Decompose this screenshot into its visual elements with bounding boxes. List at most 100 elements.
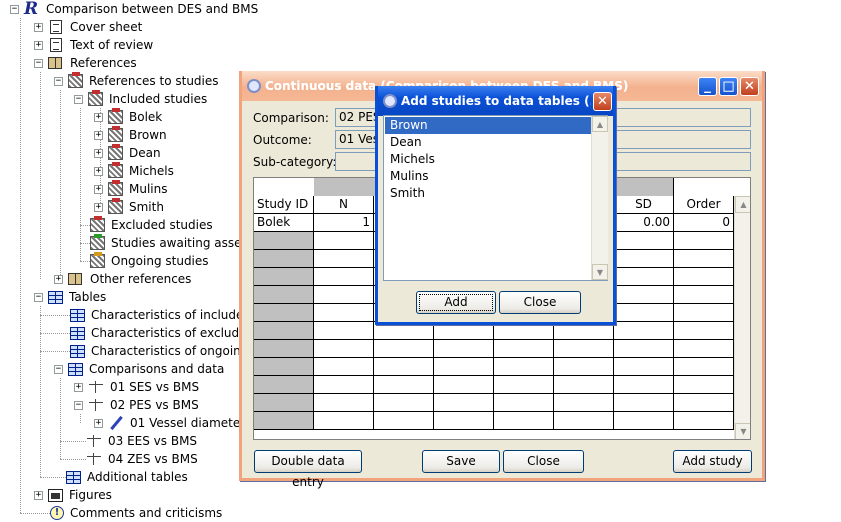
expand-icon[interactable]: + bbox=[34, 22, 43, 32]
tree-item-study[interactable]: + Dean bbox=[94, 144, 163, 162]
row-header-cell[interactable] bbox=[254, 286, 314, 304]
grid-cell[interactable] bbox=[674, 286, 734, 304]
grid-cell[interactable] bbox=[674, 232, 734, 250]
grid-cell[interactable] bbox=[674, 376, 734, 394]
studies-listbox[interactable]: Brown Dean Michels Mulins Smith ▲ ▼ bbox=[383, 115, 608, 281]
close-dialog-button[interactable]: ✕ bbox=[593, 91, 612, 111]
grid-cell[interactable] bbox=[494, 412, 554, 430]
grid-cell[interactable] bbox=[314, 376, 374, 394]
grid-cell[interactable] bbox=[314, 268, 374, 286]
tree-item-study[interactable]: + Mulins bbox=[94, 180, 169, 198]
grid-cell[interactable] bbox=[614, 394, 674, 412]
grid-cell[interactable] bbox=[614, 304, 674, 322]
grid-cell[interactable] bbox=[494, 358, 554, 376]
grid-cell[interactable] bbox=[314, 412, 374, 430]
grid-cell[interactable] bbox=[614, 376, 674, 394]
row-header-cell[interactable] bbox=[254, 304, 314, 322]
grid-cell[interactable] bbox=[674, 412, 734, 430]
row-header-cell[interactable] bbox=[254, 412, 314, 430]
grid-cell[interactable] bbox=[494, 376, 554, 394]
column-header-sd[interactable]: SD bbox=[614, 196, 674, 214]
expand-icon[interactable]: + bbox=[94, 166, 103, 176]
row-header-cell[interactable] bbox=[254, 394, 314, 412]
grid-cell[interactable] bbox=[674, 268, 734, 286]
grid-cell[interactable] bbox=[314, 322, 374, 340]
expand-icon[interactable]: + bbox=[34, 490, 43, 500]
tree-item-text-of-review[interactable]: + Text of review bbox=[34, 36, 155, 54]
grid-cell[interactable] bbox=[434, 340, 494, 358]
tree-item-comparison[interactable]: 03 EES vs BMS bbox=[86, 432, 199, 450]
cell-n[interactable]: 1 bbox=[314, 214, 374, 232]
grid-cell[interactable] bbox=[614, 322, 674, 340]
column-header-order[interactable]: Order bbox=[674, 196, 734, 214]
collapse-icon[interactable]: − bbox=[54, 76, 63, 86]
row-header-cell[interactable] bbox=[254, 376, 314, 394]
collapse-icon[interactable]: − bbox=[34, 58, 43, 68]
tree-item-excluded-studies[interactable]: Excluded studies bbox=[90, 216, 215, 234]
close-button[interactable]: Close bbox=[499, 291, 581, 314]
expand-icon[interactable]: + bbox=[94, 418, 103, 428]
grid-cell[interactable] bbox=[374, 412, 434, 430]
grid-cell[interactable] bbox=[674, 358, 734, 376]
tree-item-comparisons[interactable]: − Comparisons and data bbox=[54, 360, 226, 378]
list-item[interactable]: Smith bbox=[385, 185, 425, 202]
grid-cell[interactable] bbox=[554, 412, 614, 430]
save-button[interactable]: Save bbox=[422, 450, 500, 473]
close-window-button[interactable]: ✕ bbox=[740, 76, 759, 96]
grid-cell[interactable] bbox=[314, 250, 374, 268]
tree-item-study[interactable]: + Brown bbox=[94, 126, 169, 144]
grid-cell[interactable] bbox=[674, 322, 734, 340]
cell-study-id[interactable]: Bolek bbox=[254, 214, 314, 232]
cell-order[interactable]: 0 bbox=[674, 214, 734, 232]
tree-item-references-to-studies[interactable]: − References to studies bbox=[54, 72, 221, 90]
grid-cell[interactable] bbox=[314, 304, 374, 322]
expand-icon[interactable]: + bbox=[34, 40, 43, 50]
grid-cell[interactable] bbox=[434, 376, 494, 394]
tree-item-comparison[interactable]: 04 ZES vs BMS bbox=[86, 450, 200, 468]
grid-cell[interactable] bbox=[674, 250, 734, 268]
tree-item-comments[interactable]: ! Comments and criticisms bbox=[50, 504, 224, 522]
list-item[interactable]: Mulins bbox=[385, 168, 428, 185]
grid-cell[interactable] bbox=[614, 250, 674, 268]
grid-cell[interactable] bbox=[614, 412, 674, 430]
grid-cell[interactable] bbox=[374, 376, 434, 394]
grid-cell[interactable] bbox=[674, 340, 734, 358]
grid-cell[interactable] bbox=[434, 394, 494, 412]
tree-item-comparison[interactable]: − 02 PES vs BMS bbox=[74, 396, 201, 414]
double-data-entry-button[interactable]: Double data entry bbox=[254, 450, 362, 489]
list-item[interactable]: Michels bbox=[385, 151, 435, 168]
list-item[interactable]: Brown bbox=[385, 117, 596, 134]
tree-item-comparison[interactable]: + 01 SES vs BMS bbox=[74, 378, 201, 396]
row-header-cell[interactable] bbox=[254, 232, 314, 250]
tree-item-cover-sheet[interactable]: + Cover sheet bbox=[34, 18, 144, 36]
dialog-titlebar[interactable]: Add studies to data tables (... ✕ bbox=[378, 86, 613, 116]
grid-cell[interactable] bbox=[494, 340, 554, 358]
row-header-cell[interactable] bbox=[254, 250, 314, 268]
tree-item-study[interactable]: + Smith bbox=[94, 198, 166, 216]
close-button[interactable]: Close bbox=[503, 450, 584, 473]
grid-cell[interactable] bbox=[614, 340, 674, 358]
tree-item-figures[interactable]: + Figures bbox=[34, 486, 114, 504]
row-header-cell[interactable] bbox=[254, 268, 314, 286]
grid-cell[interactable] bbox=[314, 286, 374, 304]
grid-cell[interactable] bbox=[554, 340, 614, 358]
grid-cell[interactable] bbox=[374, 394, 434, 412]
expand-icon[interactable]: + bbox=[74, 382, 83, 392]
collapse-icon[interactable]: − bbox=[10, 4, 19, 14]
tree-item-included-studies[interactable]: − Included studies bbox=[74, 90, 209, 108]
grid-cell[interactable] bbox=[674, 394, 734, 412]
grid-cell[interactable] bbox=[314, 358, 374, 376]
tree-item-char-included[interactable]: Characteristics of included bbox=[70, 306, 253, 324]
scroll-up-icon[interactable]: ▲ bbox=[592, 116, 608, 132]
grid-cell[interactable] bbox=[614, 358, 674, 376]
tree-item-outcome[interactable]: + 01 Vessel diameter bbox=[94, 414, 247, 432]
row-header-cell[interactable] bbox=[254, 358, 314, 376]
grid-cell[interactable] bbox=[314, 394, 374, 412]
expand-icon[interactable]: + bbox=[94, 112, 103, 122]
grid-cell[interactable] bbox=[434, 412, 494, 430]
column-header-study-id[interactable]: Study ID bbox=[254, 196, 314, 214]
grid-cell[interactable] bbox=[554, 394, 614, 412]
tree-item-study[interactable]: + Michels bbox=[94, 162, 176, 180]
expand-icon[interactable]: + bbox=[94, 202, 103, 212]
add-study-button[interactable]: Add study bbox=[673, 450, 752, 473]
